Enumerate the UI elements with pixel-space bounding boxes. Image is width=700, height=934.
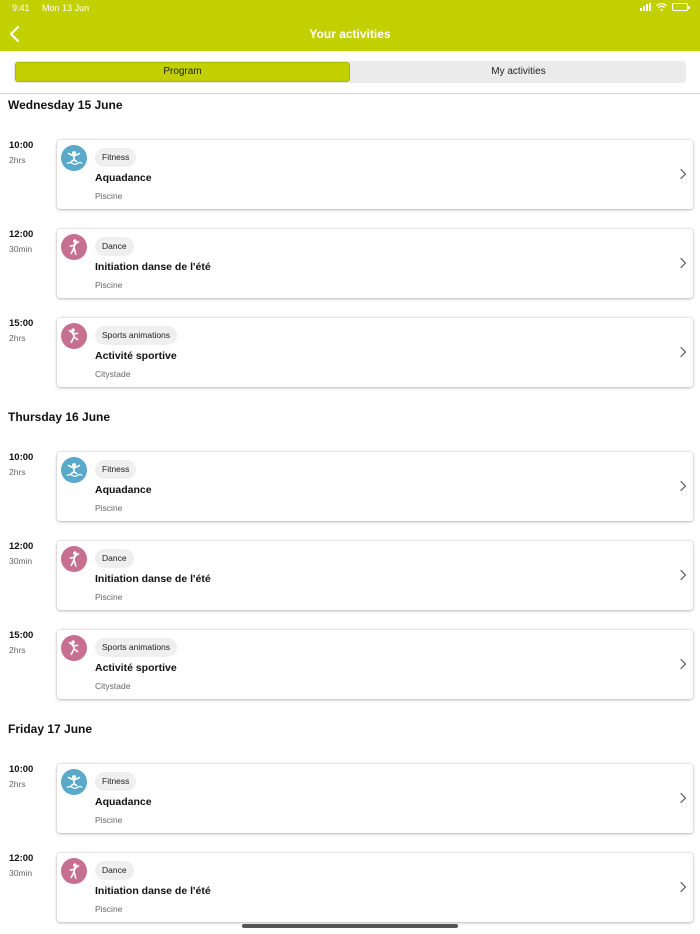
activity-duration: 30min <box>9 244 33 254</box>
activity-card[interactable]: Sports animations Activité sportive City… <box>57 318 693 387</box>
activity-name: Activité sportive <box>95 662 177 674</box>
chevron-right-icon <box>680 881 687 893</box>
chevron-right-icon <box>680 257 687 269</box>
tab-program[interactable]: Program <box>15 62 350 82</box>
page-title: Your activities <box>309 27 391 41</box>
chevron-right-icon <box>680 168 687 180</box>
activity-duration: 30min <box>9 556 33 566</box>
category-tag: Dance <box>95 549 134 568</box>
category-tag: Dance <box>95 861 134 880</box>
activity-card[interactable]: Fitness Aquadance Piscine <box>57 764 693 833</box>
activity-time: 12:00 <box>9 229 34 240</box>
activity-card[interactable]: Sports animations Activité sportive City… <box>57 630 693 699</box>
day-title: Thursday 16 June <box>8 410 111 424</box>
activity-time: 15:00 <box>9 630 34 641</box>
activity-card[interactable]: Dance Initiation danse de l'été Piscine <box>57 541 693 610</box>
category-tag: Sports animations <box>95 638 178 657</box>
wifi-icon <box>656 3 667 11</box>
home-indicator[interactable] <box>242 924 458 928</box>
activity-name: Aquadance <box>95 484 152 496</box>
activity-time: 15:00 <box>9 318 34 329</box>
activity-duration: 2hrs <box>9 333 26 343</box>
activity-duration: 2hrs <box>9 645 26 655</box>
status-time: 9:41 <box>12 3 30 13</box>
activity-card[interactable]: Fitness Aquadance Piscine <box>57 452 693 521</box>
activity-place: Citystade <box>95 369 131 379</box>
activity-time: 10:00 <box>9 764 34 775</box>
dancer-icon <box>61 858 87 884</box>
activity-name: Initiation danse de l'été <box>95 573 211 585</box>
activity-name: Aquadance <box>95 796 152 808</box>
activity-name: Initiation danse de l'été <box>95 885 211 897</box>
activity-place: Piscine <box>95 503 123 513</box>
activity-name: Activité sportive <box>95 350 177 362</box>
activity-place: Citystade <box>95 681 131 691</box>
chevron-right-icon <box>680 569 687 581</box>
activity-card[interactable]: Fitness Aquadance Piscine <box>57 140 693 209</box>
category-tag: Dance <box>95 237 134 256</box>
tab-my-activities[interactable]: My activities <box>352 62 685 82</box>
athlete-icon <box>61 635 87 661</box>
activity-card[interactable]: Dance Initiation danse de l'été Piscine <box>57 853 693 922</box>
activity-card[interactable]: Dance Initiation danse de l'été Piscine <box>57 229 693 298</box>
activity-place: Piscine <box>95 592 123 602</box>
activity-duration: 2hrs <box>9 467 26 477</box>
activity-duration: 30min <box>9 868 33 878</box>
activity-place: Piscine <box>95 815 123 825</box>
activity-duration: 2hrs <box>9 779 26 789</box>
activity-time: 12:00 <box>9 541 34 552</box>
dancer-icon <box>61 234 87 260</box>
day-title: Friday 17 June <box>8 722 93 736</box>
status-indicators <box>640 3 690 11</box>
activity-time: 12:00 <box>9 853 34 864</box>
dancer-icon <box>61 546 87 572</box>
swimmer-icon <box>61 769 87 795</box>
swimmer-icon <box>61 145 87 171</box>
chevron-right-icon <box>680 480 687 492</box>
segmented-control: Program My activities <box>14 61 686 83</box>
activity-duration: 2hrs <box>9 155 26 165</box>
chevron-right-icon <box>680 792 687 804</box>
activity-name: Initiation danse de l'été <box>95 261 211 273</box>
category-tag: Fitness <box>95 148 137 167</box>
activity-place: Piscine <box>95 191 123 201</box>
activity-place: Piscine <box>95 280 123 290</box>
top-bar: 9:41 Mon 13 Jun Your activities <box>0 0 700 51</box>
athlete-icon <box>61 323 87 349</box>
swimmer-icon <box>61 457 87 483</box>
battery-icon <box>672 3 690 11</box>
category-tag: Fitness <box>95 460 137 479</box>
day-title: Wednesday 15 June <box>8 98 123 112</box>
category-tag: Fitness <box>95 772 137 791</box>
category-tag: Sports animations <box>95 326 178 345</box>
divider <box>0 93 700 94</box>
status-date: Mon 13 Jun <box>42 3 90 13</box>
activity-name: Aquadance <box>95 172 152 184</box>
cellular-signal-icon <box>640 3 651 11</box>
activity-time: 10:00 <box>9 452 34 463</box>
activity-place: Piscine <box>95 904 123 914</box>
chevron-right-icon <box>680 346 687 358</box>
chevron-right-icon <box>680 658 687 670</box>
status-bar: 9:41 Mon 13 Jun <box>12 3 89 13</box>
activity-time: 10:00 <box>9 140 34 151</box>
